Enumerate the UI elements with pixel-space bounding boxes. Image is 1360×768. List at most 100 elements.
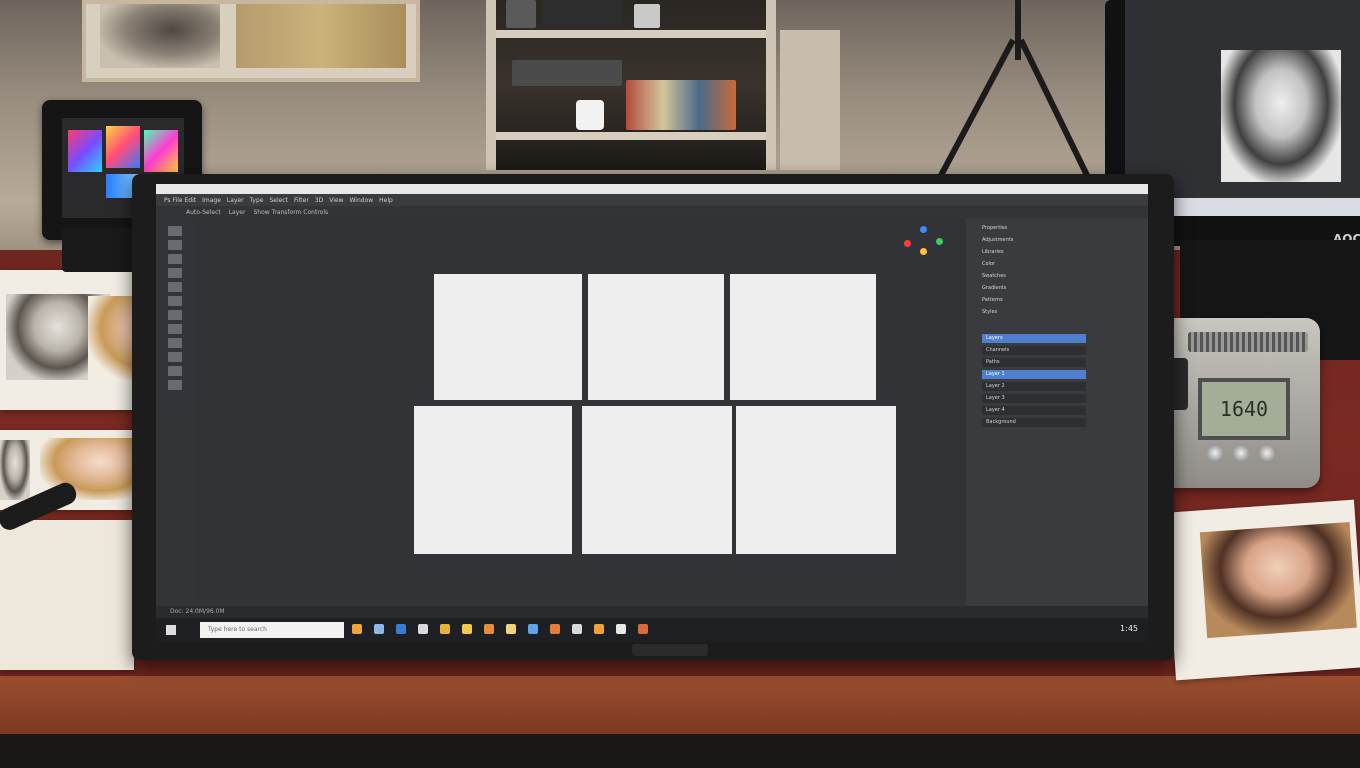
layer-row[interactable]: Background: [982, 418, 1086, 427]
device-knob[interactable]: [1206, 444, 1224, 462]
navigation-gizmo-icon[interactable]: [920, 226, 927, 233]
eyedropper-tool-icon[interactable]: [168, 282, 182, 292]
eraser-tool-icon[interactable]: [168, 338, 182, 348]
canvas-photo-sepia[interactable]: [582, 406, 732, 554]
menu-item[interactable]: Layer: [227, 197, 244, 204]
shelf-equipment: [512, 60, 622, 86]
panel-row[interactable]: Styles: [982, 308, 1072, 316]
pen-tool-icon[interactable]: [168, 380, 182, 390]
layer-row[interactable]: Paths: [982, 358, 1086, 367]
app-icon[interactable]: [484, 624, 494, 634]
color-portrait-print: [1199, 521, 1357, 639]
lasso-tool-icon[interactable]: [168, 254, 182, 264]
device-display: 1640: [1198, 378, 1290, 440]
text-tool-icon[interactable]: [168, 366, 182, 376]
taskbar-search[interactable]: Type here to search: [200, 622, 344, 638]
right-panels: Properties Adjustments Libraries Color S…: [966, 218, 1148, 606]
taskbar: Type here to search 1:45: [156, 618, 1148, 642]
layer-row[interactable]: Layer 4: [982, 406, 1086, 415]
app-icon[interactable]: [462, 624, 472, 634]
app-icon[interactable]: [418, 624, 428, 634]
framed-artwork: [82, 0, 420, 82]
option-item[interactable]: Layer: [229, 209, 246, 216]
layer-row[interactable]: Layer 2: [982, 382, 1086, 391]
move-tool-icon[interactable]: [168, 226, 182, 236]
device-grill: [1188, 332, 1308, 352]
app-icon[interactable]: [572, 624, 582, 634]
shelf-speaker: [506, 0, 536, 28]
canvas-photo-light[interactable]: [736, 406, 896, 554]
art-supplies: [626, 80, 736, 130]
portrait-print: [0, 440, 30, 500]
shelf-box: [634, 4, 660, 28]
app-icon[interactable]: [550, 624, 560, 634]
app-icon[interactable]: [594, 624, 604, 634]
menu-item[interactable]: Help: [379, 197, 393, 204]
app-icon[interactable]: [374, 624, 384, 634]
app-icon[interactable]: [528, 624, 538, 634]
taskbar-clock: 1:45: [1120, 624, 1138, 633]
notes-sheet: [0, 520, 134, 670]
app-icon[interactable]: [352, 624, 362, 634]
menu-item[interactable]: Ps File Edit: [164, 197, 196, 204]
menu-item[interactable]: 3D: [315, 197, 323, 204]
landscape-print: [236, 4, 406, 68]
monitor-bottom-button[interactable]: [632, 644, 708, 656]
healing-tool-icon[interactable]: [168, 296, 182, 306]
stamp-tool-icon[interactable]: [168, 324, 182, 334]
device-knob[interactable]: [1258, 444, 1276, 462]
panel-row[interactable]: Properties: [982, 224, 1072, 232]
menu-bar: Ps File Edit Image Layer Type Select Fil…: [156, 194, 1148, 206]
layer-row[interactable]: Layers: [982, 334, 1086, 343]
canvas-area[interactable]: [196, 218, 966, 606]
window-title-bar: [156, 184, 1148, 194]
desk-edge: [0, 676, 1360, 734]
color-swatch: [144, 130, 178, 172]
menu-item[interactable]: Filter: [294, 197, 309, 204]
menu-item[interactable]: Window: [350, 197, 374, 204]
panel-row[interactable]: Adjustments: [982, 236, 1072, 244]
device-knob[interactable]: [1232, 444, 1250, 462]
panel-row[interactable]: Color: [982, 260, 1072, 268]
status-bar: Doc: 24.0M/96.0M: [156, 606, 1148, 618]
folder-icon[interactable]: [440, 624, 450, 634]
panel-row[interactable]: Libraries: [982, 248, 1072, 256]
navigation-gizmo-icon[interactable]: [920, 248, 927, 255]
menu-item[interactable]: View: [329, 197, 343, 204]
canvas-photo-bw[interactable]: [434, 274, 582, 400]
app-icon[interactable]: [506, 624, 516, 634]
under-desk: [0, 734, 1360, 768]
wall-cabinet: [780, 30, 840, 170]
navigation-gizmo-icon[interactable]: [904, 240, 911, 247]
options-bar: Auto-Select Layer Show Transform Control…: [156, 206, 1148, 218]
start-icon[interactable]: [166, 625, 176, 635]
tools-panel: [156, 218, 196, 606]
color-swatch: [68, 130, 102, 172]
photoshop-icon[interactable]: [396, 624, 406, 634]
layer-row[interactable]: Layer 3: [982, 394, 1086, 403]
brush-tool-icon[interactable]: [168, 310, 182, 320]
panel-row[interactable]: Gradients: [982, 284, 1072, 292]
menu-item[interactable]: Image: [202, 197, 221, 204]
navigation-gizmo-icon[interactable]: [936, 238, 943, 245]
option-item[interactable]: Show Transform Controls: [253, 209, 328, 216]
color-swatch: [106, 126, 140, 168]
menu-item[interactable]: Select: [269, 197, 288, 204]
menu-item[interactable]: Type: [250, 197, 264, 204]
layer-row[interactable]: Layer 1: [982, 370, 1086, 379]
panel-row[interactable]: Swatches: [982, 272, 1072, 280]
app-icon[interactable]: [616, 624, 626, 634]
print-sheet: [1164, 499, 1360, 681]
canvas-photo-blonde[interactable]: [730, 274, 876, 400]
app-icon[interactable]: [638, 624, 648, 634]
panel-row[interactable]: Patterns: [982, 296, 1072, 304]
option-item[interactable]: Auto-Select: [186, 209, 221, 216]
marquee-tool-icon[interactable]: [168, 240, 182, 250]
canvas-photo-bw[interactable]: [414, 406, 572, 554]
animal-sketch: [100, 4, 220, 68]
layer-row[interactable]: Channels: [982, 346, 1086, 355]
canvas-photo-warm[interactable]: [588, 274, 724, 400]
gradient-tool-icon[interactable]: [168, 352, 182, 362]
crop-tool-icon[interactable]: [168, 268, 182, 278]
tripod-pole: [1015, 0, 1021, 60]
